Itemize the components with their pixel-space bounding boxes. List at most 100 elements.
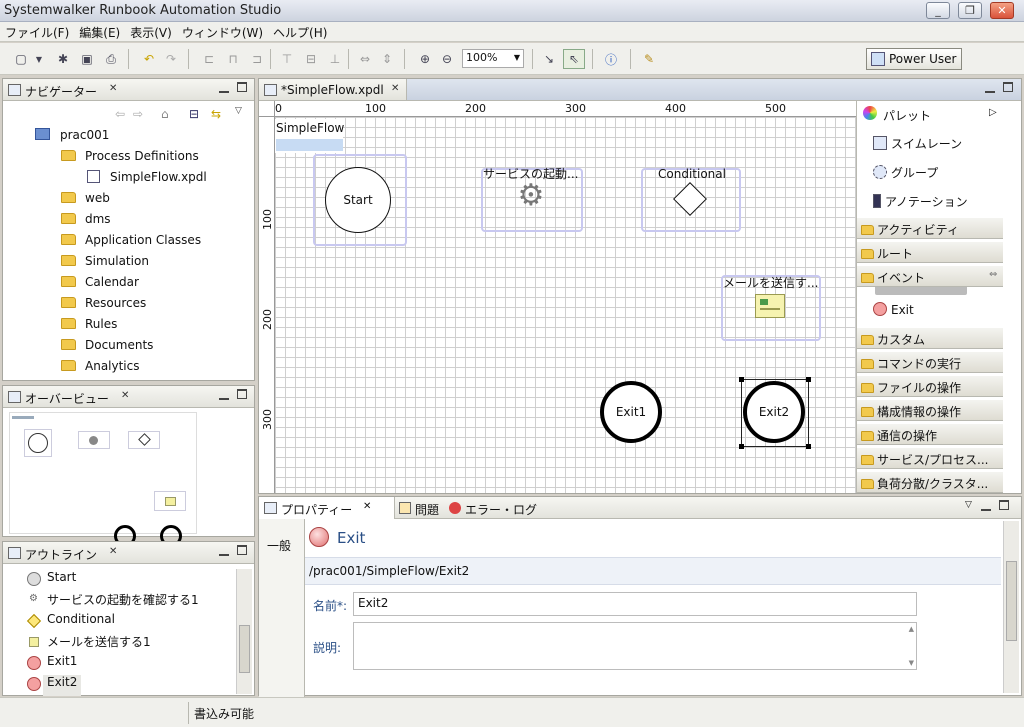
close-icon[interactable]: ✕	[109, 83, 117, 94]
redo-icon[interactable]: ↷	[162, 50, 180, 68]
tree-item[interactable]: Simulation	[61, 254, 149, 274]
tree-item[interactable]: Documents	[61, 338, 153, 358]
exit1-event[interactable]: Exit1	[600, 381, 662, 443]
outline-item[interactable]: Start	[27, 570, 76, 591]
nav-home-icon[interactable]: ⌂	[161, 107, 169, 121]
maximize-view-icon[interactable]	[237, 389, 247, 399]
navigator-tab[interactable]: ナビゲーター ✕	[3, 79, 254, 101]
tab-properties[interactable]: プロパティー ✕	[259, 497, 395, 519]
palette-drawer[interactable]: カスタム	[857, 327, 1003, 349]
description-textarea[interactable]: ▲ ▼	[353, 622, 917, 670]
view-menu-icon[interactable]: ▽	[235, 106, 242, 116]
palette-tool-exit[interactable]: Exit	[873, 302, 914, 324]
selection-handle[interactable]	[739, 444, 744, 449]
outline-item[interactable]: メールを送信する1	[29, 633, 151, 654]
pool-header[interactable]: SimpleFlow	[275, 119, 344, 153]
minimize-view-icon[interactable]	[981, 501, 991, 511]
diagram-canvas[interactable]: SimpleFlow Start サービスの起動... ⚙ Conditiona…	[275, 117, 856, 493]
palette-tool-group[interactable]: グループ	[873, 164, 938, 186]
print-icon[interactable]: ⎙	[102, 50, 120, 68]
zoom-in-icon[interactable]: ⊕	[416, 50, 434, 68]
pin-icon[interactable]: ⇔	[989, 269, 997, 280]
minimize-view-icon[interactable]	[219, 390, 229, 400]
scroll-down-icon[interactable]: ▼	[909, 659, 914, 667]
palette-tool-swimlane[interactable]: スイムレーン	[873, 135, 962, 157]
align-top-icon[interactable]: ⊤	[278, 50, 296, 68]
properties-scrollbar[interactable]	[1003, 521, 1019, 693]
maximize-view-icon[interactable]	[237, 545, 247, 555]
deploy-icon[interactable]: ✎	[640, 50, 658, 68]
save-icon[interactable]: ▣	[78, 50, 96, 68]
restore-icon[interactable]: ❐	[958, 2, 982, 19]
connection-tool-icon[interactable]: ↘	[540, 50, 558, 68]
select-tool-icon[interactable]: ⇖	[563, 49, 585, 69]
close-icon[interactable]: ✕	[391, 83, 399, 94]
tree-item[interactable]: Calendar	[61, 275, 139, 295]
tree-item[interactable]: Application Classes	[61, 233, 201, 253]
palette-drawer-event[interactable]: イベント ⇔	[857, 265, 1003, 287]
outline-item[interactable]: ⚙ サービスの起動を確認する1	[29, 591, 199, 612]
outline-scrollbar[interactable]	[236, 569, 252, 694]
outline-tab[interactable]: アウトライン ✕	[3, 542, 254, 564]
nav-back-forward-icons[interactable]: ⇦⇨	[115, 107, 151, 121]
outline-item-selected[interactable]: Exit2	[27, 675, 82, 696]
zoom-out-icon[interactable]: ⊖	[438, 50, 456, 68]
new-dropdown-icon[interactable]: ▼	[34, 50, 44, 68]
tab-problems[interactable]: 問題	[397, 497, 443, 519]
outline-item[interactable]: Exit1	[27, 654, 77, 675]
start-event[interactable]: Start	[325, 167, 391, 233]
minimize-view-icon[interactable]	[985, 83, 995, 93]
palette-tool-annotation[interactable]: アノテーション	[873, 193, 968, 215]
menu-view[interactable]: 表示(V)	[125, 22, 177, 43]
menu-window[interactable]: ウィンドウ(W)	[177, 22, 268, 43]
palette-drawer[interactable]: 構成情報の操作	[857, 399, 1003, 421]
align-middle-icon[interactable]: ⊟	[302, 50, 320, 68]
chevron-right-icon[interactable]: ▷	[989, 107, 997, 118]
close-icon[interactable]: ✕	[363, 501, 371, 512]
exit2-event[interactable]: Exit2	[743, 381, 805, 443]
tree-item[interactable]: SimpleFlow.xpdl	[87, 170, 207, 190]
collapse-all-icon[interactable]: ⊟	[189, 107, 199, 121]
tree-item[interactable]: Resources	[61, 296, 146, 316]
view-menu-icon[interactable]: ▽	[965, 500, 972, 510]
tree-item[interactable]: Analytics	[61, 359, 140, 379]
maximize-view-icon[interactable]	[237, 82, 247, 92]
editor-tab[interactable]: *SimpleFlow.xpdl ✕	[259, 79, 407, 101]
scroll-up-icon[interactable]: ▲	[909, 625, 914, 633]
new-icon[interactable]: ▢	[12, 50, 30, 68]
palette-drawer[interactable]: サービス/プロセス...	[857, 447, 1003, 469]
overview-tab[interactable]: オーバービュー ✕	[3, 386, 254, 408]
maximize-view-icon[interactable]	[1003, 82, 1013, 92]
scrollbar-thumb[interactable]	[239, 625, 250, 673]
same-height-icon[interactable]: ⇕	[378, 50, 396, 68]
palette-drawer[interactable]: 通信の操作	[857, 423, 1003, 445]
selection-handle[interactable]	[739, 377, 744, 382]
align-center-icon[interactable]: ⊓	[224, 50, 242, 68]
overview-thumbnail[interactable]	[9, 412, 197, 547]
minimize-view-icon[interactable]	[219, 546, 229, 556]
palette-header[interactable]: パレット ▷	[857, 101, 1003, 127]
outline-item[interactable]: Conditional	[26, 612, 115, 633]
link-editor-icon[interactable]: ⇆	[211, 107, 221, 121]
tree-item[interactable]: web	[61, 191, 110, 211]
menu-help[interactable]: ヘルプ(H)	[268, 22, 332, 43]
palette-drawer[interactable]: コマンドの実行	[857, 351, 1003, 373]
palette-drawer-route[interactable]: ルート	[857, 241, 1003, 263]
close-icon[interactable]: ✕	[990, 2, 1014, 19]
selection-handle[interactable]	[806, 444, 811, 449]
palette-drawer[interactable]: 負荷分散/クラスタ...	[857, 471, 1003, 493]
zoom-select[interactable]: 100% ▼	[462, 49, 524, 68]
selection-handle[interactable]	[806, 377, 811, 382]
align-left-icon[interactable]: ⊏	[200, 50, 218, 68]
tab-error-log[interactable]: エラー・ログ	[447, 497, 547, 519]
scrollbar-thumb[interactable]	[1006, 561, 1017, 641]
tree-item[interactable]: Process Definitions	[61, 149, 199, 169]
align-bottom-icon[interactable]: ⊥	[326, 50, 344, 68]
perspective-button[interactable]: Power User	[866, 48, 962, 70]
tree-item[interactable]: Rules	[61, 317, 117, 337]
name-input[interactable]: Exit2	[353, 592, 917, 616]
wizard-icon[interactable]: ✱	[54, 50, 72, 68]
palette-drawer-activity[interactable]: アクティビティ	[857, 217, 1003, 239]
tree-item-project[interactable]: prac001	[35, 128, 109, 148]
help-icon[interactable]: ⓘ	[602, 50, 620, 68]
